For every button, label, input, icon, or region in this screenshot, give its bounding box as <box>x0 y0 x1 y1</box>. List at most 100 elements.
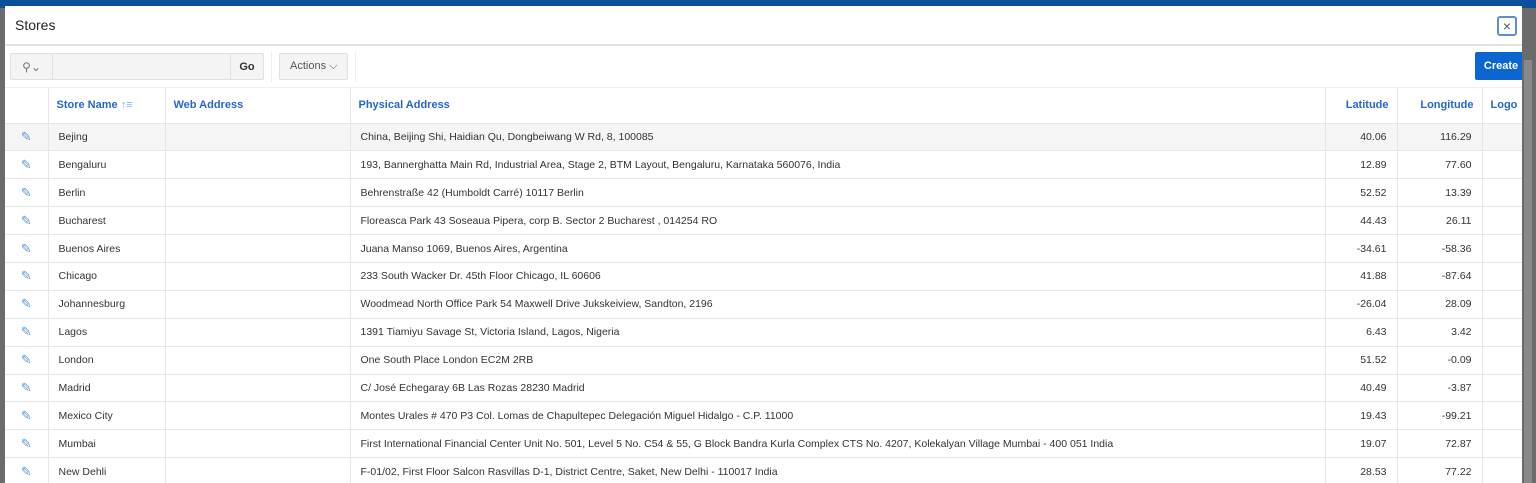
cell-logo <box>1481 429 1522 458</box>
table-row: ✎ Mumbai First International Financial C… <box>5 429 1522 458</box>
edit-icon[interactable]: ✎ <box>5 206 48 235</box>
cell-latitude: 44.43 <box>1324 206 1397 235</box>
cell-latitude: 28.53 <box>1324 457 1397 483</box>
cell-latitude: 41.88 <box>1324 261 1397 291</box>
scrollbar[interactable] <box>1524 60 1532 483</box>
cell-latitude: 6.43 <box>1324 317 1397 347</box>
column-header-latitude[interactable]: Latitude <box>1324 88 1397 123</box>
column-header-web-address[interactable]: Web Address <box>164 88 350 123</box>
cell-longitude: -99.21 <box>1396 401 1482 430</box>
sort-ascending-icon: ↑≡ <box>120 99 133 112</box>
search-icon[interactable]: ⚲⌄ <box>11 54 53 79</box>
cell-web-address <box>164 289 350 319</box>
edit-icon[interactable]: ✎ <box>5 457 48 483</box>
cell-latitude: 52.52 <box>1324 178 1397 207</box>
cell-physical-address: 233 South Wacker Dr. 45th Floor Chicago,… <box>349 261 1325 291</box>
column-header-logo[interactable]: Logo <box>1481 88 1522 123</box>
cell-store-name: Johannesburg <box>47 289 165 319</box>
search-input[interactable] <box>53 54 230 79</box>
divider <box>271 51 272 82</box>
cell-longitude: -0.09 <box>1396 345 1482 375</box>
cell-web-address <box>164 457 350 483</box>
table-row: ✎ New Dehli F-01/02, First Floor Salcon … <box>5 457 1522 483</box>
cell-web-address <box>164 261 350 291</box>
cell-physical-address: Juana Manso 1069, Buenos Aires, Argentin… <box>349 234 1325 263</box>
cell-longitude: -87.64 <box>1396 261 1482 291</box>
cell-logo <box>1481 234 1522 263</box>
cell-latitude: -34.61 <box>1324 234 1397 263</box>
cell-web-address <box>164 178 350 207</box>
edit-icon[interactable]: ✎ <box>5 429 48 458</box>
cell-logo <box>1481 150 1522 179</box>
cell-logo <box>1481 373 1522 402</box>
cell-physical-address: F-01/02, First Floor Salcon Rasvillas D-… <box>349 457 1325 483</box>
cell-store-name: Berlin <box>47 178 165 207</box>
dialog-titlebar: Stores × <box>5 6 1522 46</box>
cell-latitude: -26.04 <box>1324 289 1397 319</box>
cell-longitude: 28.09 <box>1396 289 1482 319</box>
cell-web-address <box>164 373 350 402</box>
edit-icon[interactable]: ✎ <box>5 178 48 207</box>
cell-store-name: New Dehli <box>47 457 165 483</box>
cell-logo <box>1481 457 1522 483</box>
column-header-physical-address[interactable]: Physical Address <box>349 88 1325 123</box>
go-button[interactable]: Go <box>230 54 263 79</box>
cell-longitude: 77.22 <box>1396 457 1482 483</box>
cell-logo <box>1481 206 1522 235</box>
actions-menu-button[interactable]: Actions ⌵ <box>279 53 349 80</box>
table-row: ✎ Lagos 1391 Tiamiyu Savage St, Victoria… <box>5 317 1522 347</box>
cell-store-name: Bucharest <box>47 206 165 235</box>
cell-latitude: 40.49 <box>1324 373 1397 402</box>
cell-store-name: Lagos <box>47 317 165 347</box>
edit-icon[interactable]: ✎ <box>5 317 48 347</box>
dialog-title: Stores <box>15 17 56 33</box>
cell-store-name: Bejing <box>47 122 165 151</box>
edit-icon[interactable]: ✎ <box>5 401 48 430</box>
cell-store-name: Bengaluru <box>47 150 165 179</box>
cell-store-name: Madrid <box>47 373 165 402</box>
edit-icon[interactable]: ✎ <box>5 345 48 375</box>
create-button[interactable]: Create <box>1475 52 1522 80</box>
cell-logo <box>1481 261 1522 291</box>
cell-web-address <box>164 122 350 151</box>
cell-physical-address: One South Place London EC2M 2RB <box>349 345 1325 375</box>
cell-logo <box>1481 401 1522 430</box>
cell-latitude: 12.89 <box>1324 150 1397 179</box>
close-icon[interactable]: × <box>1497 16 1517 36</box>
table-row: ✎ Bejing China, Beijing Shi, Haidian Qu,… <box>5 122 1522 151</box>
cell-physical-address: 193, Bannerghatta Main Rd, Industrial Ar… <box>349 150 1325 179</box>
table-row: ✎ Mexico City Montes Urales # 470 P3 Col… <box>5 401 1522 430</box>
edit-column-header <box>5 88 48 123</box>
table-row: ✎ Chicago 233 South Wacker Dr. 45th Floo… <box>5 261 1522 291</box>
cell-web-address <box>164 317 350 347</box>
table-row: ✎ Madrid C/ José Echegaray 6B Las Rozas … <box>5 373 1522 402</box>
edit-icon[interactable]: ✎ <box>5 150 48 179</box>
search-bar: ⚲⌄ Go <box>10 53 264 80</box>
stores-table: Store Name ↑≡ Web Address Physical Addre… <box>5 88 1522 483</box>
cell-logo <box>1481 122 1522 151</box>
cell-physical-address: China, Beijing Shi, Haidian Qu, Dongbeiw… <box>349 122 1325 151</box>
edit-icon[interactable]: ✎ <box>5 289 48 319</box>
edit-icon[interactable]: ✎ <box>5 373 48 402</box>
edit-icon[interactable]: ✎ <box>5 261 48 291</box>
edit-icon[interactable]: ✎ <box>5 122 48 151</box>
column-header-store-name[interactable]: Store Name ↑≡ <box>47 88 165 123</box>
column-header-longitude[interactable]: Longitude <box>1396 88 1482 123</box>
cell-longitude: 72.87 <box>1396 429 1482 458</box>
stores-dialog: Stores × ⚲⌄ Go Actions ⌵ Create Store Na… <box>5 6 1522 483</box>
cell-web-address <box>164 150 350 179</box>
table-row: ✎ Bengaluru 193, Bannerghatta Main Rd, I… <box>5 150 1522 179</box>
cell-logo <box>1481 317 1522 347</box>
cell-longitude: 116.29 <box>1396 122 1482 151</box>
cell-latitude: 19.43 <box>1324 401 1397 430</box>
edit-icon[interactable]: ✎ <box>5 234 48 263</box>
cell-physical-address: Floreasca Park 43 Soseaua Pipera, corp B… <box>349 206 1325 235</box>
cell-longitude: 77.60 <box>1396 150 1482 179</box>
cell-physical-address: C/ José Echegaray 6B Las Rozas 28230 Mad… <box>349 373 1325 402</box>
cell-store-name: Mexico City <box>47 401 165 430</box>
cell-web-address <box>164 345 350 375</box>
table-row: ✎ Johannesburg Woodmead North Office Par… <box>5 289 1522 319</box>
table-row: ✎ London One South Place London EC2M 2RB… <box>5 345 1522 375</box>
cell-latitude: 40.06 <box>1324 122 1397 151</box>
table-row: ✎ Buenos Aires Juana Manso 1069, Buenos … <box>5 234 1522 263</box>
